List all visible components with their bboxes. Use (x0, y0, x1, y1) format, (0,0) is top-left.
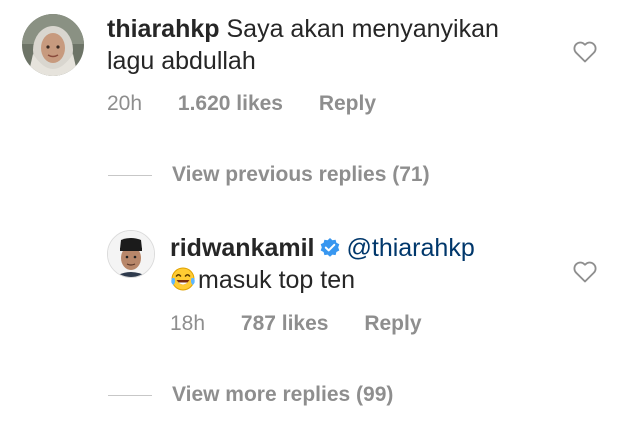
like-heart-icon[interactable] (573, 41, 597, 63)
face-with-tears-of-joy-emoji-icon (171, 267, 195, 291)
comment-likes[interactable]: 1.620 likes (178, 92, 283, 115)
comment-meta: 20h 1.620 likes Reply (107, 91, 406, 117)
comment-ridwankamil: ridwankamil @thiarahkp masuk top ten 18h… (0, 220, 640, 350)
divider-line (108, 174, 152, 176)
username-ridwankamil[interactable]: ridwankamil (170, 234, 315, 262)
user-avatar-peci-icon (108, 231, 154, 277)
like-heart-icon[interactable] (573, 261, 597, 283)
reply-button[interactable]: Reply (364, 312, 421, 335)
comment-text-line-1: thiarahkp Saya akan menyanyikan (107, 13, 499, 45)
verified-badge-icon (320, 238, 339, 257)
comment-time[interactable]: 18h (170, 312, 205, 335)
comment-body-line-1: Saya akan menyanyikan (226, 15, 499, 43)
avatar-thiarahkp[interactable] (22, 14, 84, 76)
view-more-replies-label[interactable]: View more replies (99) (172, 383, 393, 407)
avatar-ridwankamil[interactable] (107, 230, 155, 278)
view-previous-replies[interactable]: View previous replies (71) (108, 160, 430, 190)
reply-button[interactable]: Reply (319, 92, 376, 115)
view-previous-replies-label[interactable]: View previous replies (71) (172, 163, 430, 187)
view-more-replies[interactable]: View more replies (99) (108, 380, 393, 410)
comment-likes[interactable]: 787 likes (241, 312, 329, 335)
comment-body-line-2: lagu abdullah (107, 47, 256, 75)
comment-time[interactable]: 20h (107, 92, 142, 115)
comment-thiarahkp: thiarahkp Saya akan menyanyikan lagu abd… (0, 0, 640, 130)
mention-thiarahkp[interactable]: @thiarahkp (347, 234, 475, 262)
comment-meta: 18h 787 likes Reply (170, 311, 452, 337)
divider-line (108, 394, 152, 396)
comment-body-text: masuk top ten (198, 266, 356, 294)
user-avatar-hijab-icon (22, 14, 84, 76)
comment-body: masuk top ten (170, 264, 355, 296)
comment-text-line-1: ridwankamil @thiarahkp (170, 232, 475, 264)
username-thiarahkp[interactable]: thiarahkp (107, 15, 220, 43)
